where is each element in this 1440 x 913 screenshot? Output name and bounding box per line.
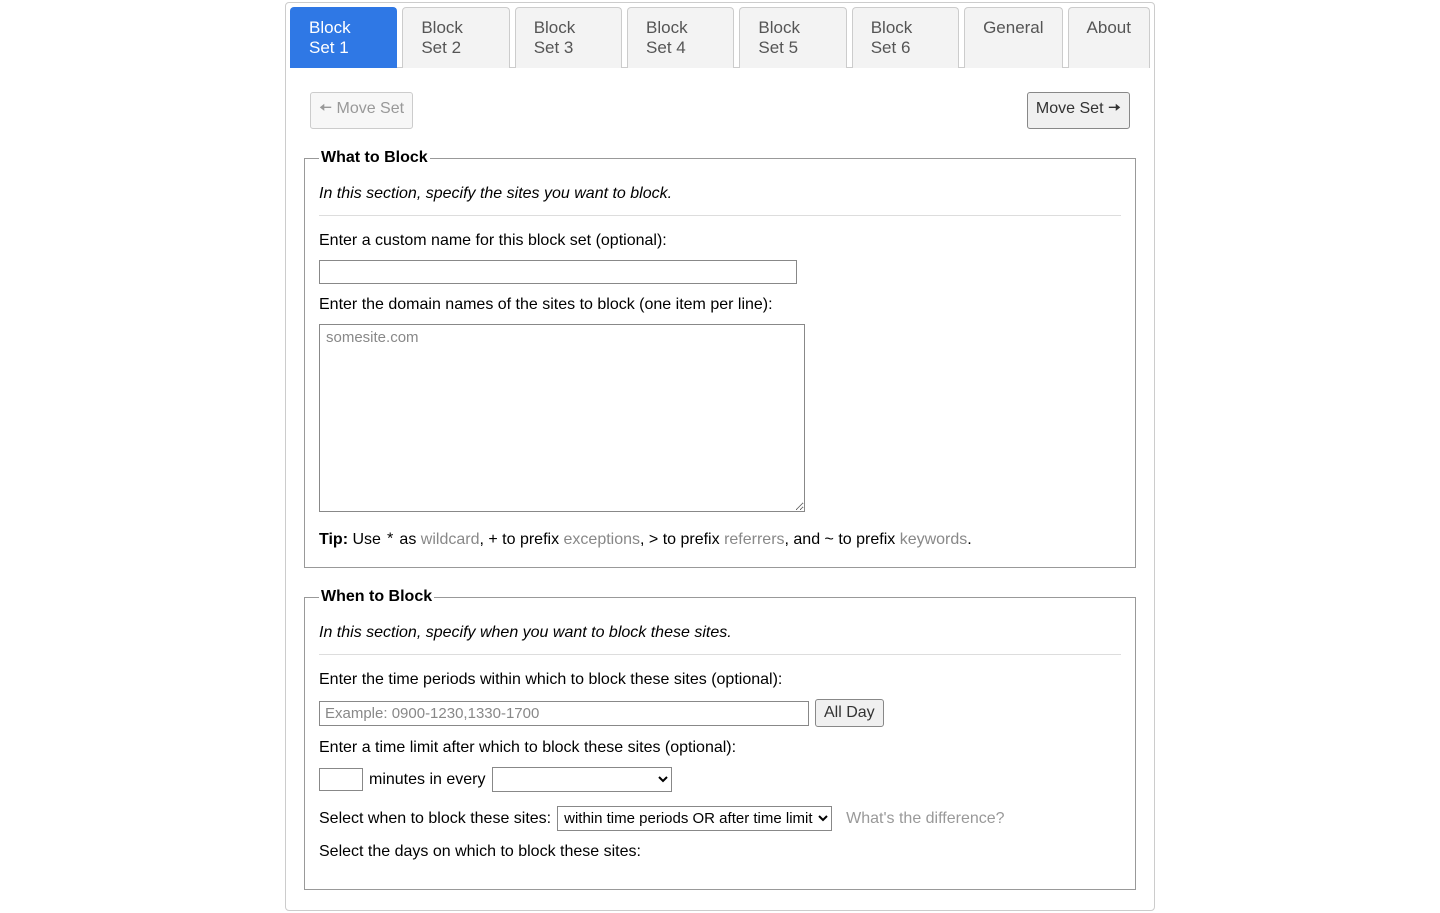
domains-textarea[interactable] — [319, 324, 805, 512]
tab-block-set-6[interactable]: Block Set 6 — [852, 7, 959, 68]
tab-bar: Block Set 1 Block Set 2 Block Set 3 Bloc… — [290, 7, 1150, 68]
tip-use: Use — [348, 531, 385, 548]
domains-label: Enter the domain names of the sites to b… — [319, 296, 1121, 314]
custom-name-label: Enter a custom name for this block set (… — [319, 232, 1121, 250]
days-label: Select the days on which to block these … — [319, 843, 1121, 861]
tab-block-set-3[interactable]: Block Set 3 — [515, 7, 622, 68]
options-panel: Block Set 1 Block Set 2 Block Set 3 Bloc… — [285, 2, 1155, 911]
tip-end: . — [967, 531, 971, 548]
when-to-block-fieldset: When to Block In this section, specify w… — [304, 588, 1136, 890]
tip-plus: , + to prefix — [479, 531, 563, 548]
all-day-button[interactable]: All Day — [815, 699, 884, 727]
tab-about[interactable]: About — [1068, 7, 1150, 68]
tip-as: as — [395, 531, 421, 548]
move-set-left-button: 🠄 Move Set — [310, 92, 413, 129]
tip-label: Tip: — [319, 531, 348, 548]
minutes-input[interactable] — [319, 768, 363, 791]
tab-block-set-5[interactable]: Block Set 5 — [739, 7, 846, 68]
keywords-link[interactable]: keywords — [900, 531, 968, 548]
whats-difference-link[interactable]: What's the difference? — [846, 810, 1004, 828]
what-to-block-legend: What to Block — [319, 149, 430, 167]
tip-star: * — [385, 531, 395, 549]
time-periods-label: Enter the time periods within which to b… — [319, 671, 1121, 689]
time-limit-label: Enter a time limit after which to block … — [319, 739, 1121, 757]
custom-name-input[interactable] — [319, 260, 797, 284]
when-select-label: Select when to block these sites: — [319, 810, 551, 828]
minutes-text: minutes in every — [369, 771, 486, 789]
what-to-block-fieldset: What to Block In this section, specify t… — [304, 149, 1136, 568]
exceptions-link[interactable]: exceptions — [564, 531, 641, 548]
time-periods-input[interactable] — [319, 701, 809, 726]
tab-content: 🠄 Move Set Move Set 🠆 What to Block In t… — [290, 68, 1150, 890]
tip-tilde: , and ~ to prefix — [785, 531, 900, 548]
divider — [319, 215, 1121, 216]
when-to-block-description: In this section, specify when you want t… — [319, 624, 1121, 642]
what-to-block-description: In this section, specify the sites you w… — [319, 185, 1121, 203]
move-set-right-button[interactable]: Move Set 🠆 — [1027, 92, 1130, 129]
tab-block-set-2[interactable]: Block Set 2 — [402, 7, 509, 68]
tab-general[interactable]: General — [964, 7, 1062, 68]
tip-text: Tip: Use * as wildcard, + to prefix exce… — [319, 531, 1121, 549]
wildcard-link[interactable]: wildcard — [421, 531, 480, 548]
when-to-block-legend: When to Block — [319, 588, 434, 606]
when-select[interactable]: within time periods OR after time limit — [557, 806, 832, 831]
period-select[interactable] — [492, 767, 672, 792]
move-set-row: 🠄 Move Set Move Set 🠆 — [304, 92, 1136, 129]
referrers-link[interactable]: referrers — [724, 531, 784, 548]
tab-block-set-4[interactable]: Block Set 4 — [627, 7, 734, 68]
divider — [319, 654, 1121, 655]
tab-block-set-1[interactable]: Block Set 1 — [290, 7, 397, 68]
tip-gt: , > to prefix — [640, 531, 724, 548]
